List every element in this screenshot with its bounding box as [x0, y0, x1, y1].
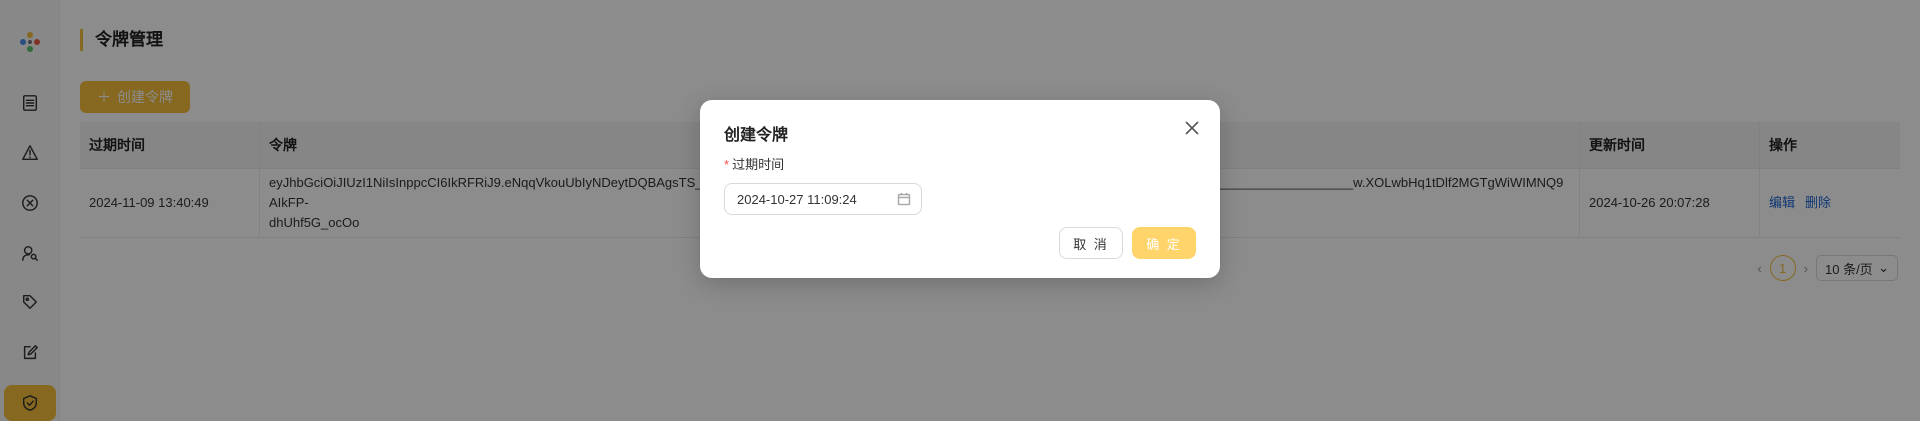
- cancel-button[interactable]: 取 消: [1059, 227, 1123, 259]
- expire-date-value: 2024-10-27 11:09:24: [737, 191, 857, 207]
- close-icon[interactable]: [1182, 118, 1202, 138]
- required-mark: *: [724, 157, 730, 172]
- expire-field-label: * 过期时间: [724, 154, 784, 173]
- modal-title: 创建令牌: [724, 127, 789, 144]
- confirm-button[interactable]: 确 定: [1132, 227, 1196, 259]
- expire-label-text: 过期时间: [732, 157, 785, 172]
- calendar-icon: [897, 193, 911, 206]
- expire-date-picker[interactable]: 2024-10-27 11:09:24: [724, 183, 922, 215]
- create-token-modal: 创建令牌 * 过期时间 2024-10-27 11:09:24 取 消 确 定: [700, 100, 1220, 278]
